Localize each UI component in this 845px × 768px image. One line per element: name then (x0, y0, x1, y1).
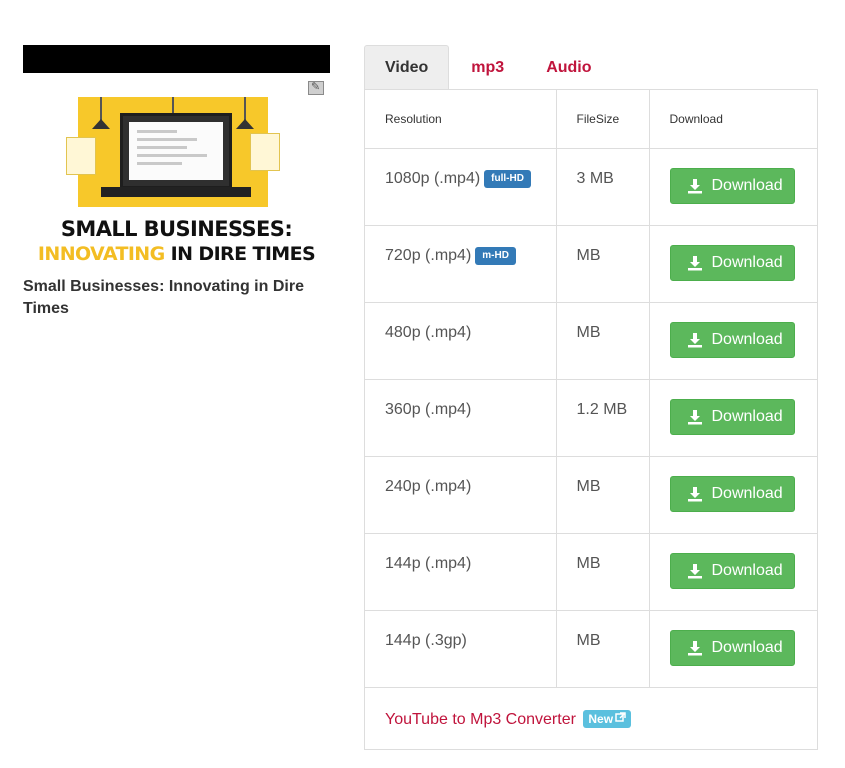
download-icon (687, 486, 703, 502)
resolution-cell: 1080p (.mp4) full-HD (365, 148, 557, 226)
download-table: Resolution FileSize Download 1080p (.mp4… (365, 90, 817, 688)
download-button-label: Download (711, 484, 783, 502)
table-header-row: Resolution FileSize Download (365, 90, 817, 149)
resolution-label: 360p (.mp4) (385, 400, 472, 418)
resolution-label: 144p (.3gp) (385, 631, 467, 649)
pencil-icon (308, 80, 324, 95)
thumbnail-headline-rest: IN DIRE TIMES (164, 243, 316, 265)
video-thumbnail[interactable]: SMALL BUSINESSES: INNOVATING IN DIRE TIM… (23, 45, 330, 276)
quality-badge: m-HD (475, 246, 516, 265)
resolution-cell: 240p (.mp4) (365, 456, 557, 534)
resolution-cell: 720p (.mp4) m-HD (365, 225, 557, 303)
table-row: 480p (.mp4) MB Download (365, 302, 817, 380)
filesize-cell: MB (556, 225, 650, 303)
tab-mp3[interactable]: mp3 (449, 45, 526, 90)
download-button[interactable]: Download (669, 552, 795, 589)
table-row: 144p (.mp4) MB Download (365, 533, 817, 611)
download-icon (687, 640, 703, 656)
table-row: 240p (.mp4) MB Download (365, 456, 817, 534)
resolution-label: 144p (.mp4) (385, 554, 472, 572)
header-download: Download (649, 90, 817, 149)
download-cell: Download (649, 610, 817, 688)
download-cell: Download (649, 456, 817, 534)
download-icon (687, 563, 703, 579)
resolution-cell: 144p (.mp4) (365, 533, 557, 611)
download-button[interactable]: Download (669, 244, 795, 281)
download-icon (687, 409, 703, 425)
resolution-label: 480p (.mp4) (385, 323, 472, 341)
converter-promo: YouTube to Mp3 Converter New (385, 710, 632, 729)
download-button-label: Download (711, 407, 783, 425)
lamp-icon (92, 97, 110, 129)
tab-video[interactable]: Video (364, 45, 450, 90)
filesize-cell: MB (556, 533, 650, 611)
download-button[interactable]: Download (669, 321, 795, 358)
resolution-label: 1080p (.mp4) (385, 169, 481, 187)
download-cell: Download (649, 533, 817, 611)
download-cell: Download (649, 302, 817, 380)
quality-badge: full-HD (484, 169, 531, 188)
resolution-cell: 480p (.mp4) (365, 302, 557, 380)
download-icon (687, 255, 703, 271)
filesize-cell: 1.2 MB (556, 379, 650, 457)
header-resolution: Resolution (365, 90, 557, 149)
filesize-cell: MB (556, 302, 650, 380)
tab-audio[interactable]: Audio (526, 45, 611, 90)
download-cell: Download (649, 225, 817, 303)
thumbnail-headline-line1: SMALL BUSINESSES: (60, 217, 293, 241)
mp3-converter-link[interactable]: YouTube to Mp3 Converter (385, 711, 576, 728)
video-title: Small Businesses: Innovating in Dire Tim… (23, 278, 304, 317)
download-panel: Resolution FileSize Download 1080p (.mp4… (364, 89, 818, 750)
new-badge-label: New (588, 712, 614, 726)
table-row: 360p (.mp4) 1.2 MB Download (365, 379, 817, 457)
download-button-label: Download (711, 330, 783, 348)
format-tabs: Video mp3 Audio (364, 45, 612, 90)
download-icon (687, 332, 703, 348)
download-button-label: Download (711, 561, 783, 579)
table-row: 720p (.mp4) m-HD MB Download (365, 225, 817, 303)
header-filesize: FileSize (556, 90, 650, 149)
download-button[interactable]: Download (669, 475, 795, 512)
download-button[interactable]: Download (669, 398, 795, 435)
filesize-cell: MB (556, 456, 650, 534)
download-button[interactable]: Download (669, 629, 795, 666)
download-icon (687, 178, 703, 194)
download-button-label: Download (711, 176, 783, 194)
lamp-icon (236, 97, 254, 129)
resolution-cell: 144p (.3gp) (365, 610, 557, 688)
resolution-cell: 360p (.mp4) (365, 379, 557, 457)
thumbnail-artwork: SMALL BUSINESSES: INNOVATING IN DIRE TIM… (23, 73, 330, 276)
filesize-cell: 3 MB (556, 148, 650, 226)
thumbnail-headline-highlight: INNOVATING (37, 243, 165, 265)
external-link-icon (615, 712, 626, 726)
thumbnail-headline-line2: INNOVATING IN DIRE TIMES (23, 243, 330, 265)
download-button[interactable]: Download (669, 167, 795, 204)
monitor-icon (120, 113, 232, 189)
desk-shape (101, 187, 251, 197)
filesize-cell: MB (556, 610, 650, 688)
resolution-label: 240p (.mp4) (385, 477, 472, 495)
new-badge[interactable]: New (583, 710, 632, 728)
table-row: 1080p (.mp4) full-HD 3 MB Download (365, 148, 817, 226)
download-button-label: Download (711, 638, 783, 656)
download-cell: Download (649, 379, 817, 457)
download-button-label: Download (711, 253, 783, 271)
resolution-label: 720p (.mp4) (385, 246, 472, 264)
paper-icon (250, 133, 280, 171)
table-row: 144p (.3gp) MB Download (365, 610, 817, 688)
download-cell: Download (649, 148, 817, 226)
paper-icon (66, 137, 96, 175)
